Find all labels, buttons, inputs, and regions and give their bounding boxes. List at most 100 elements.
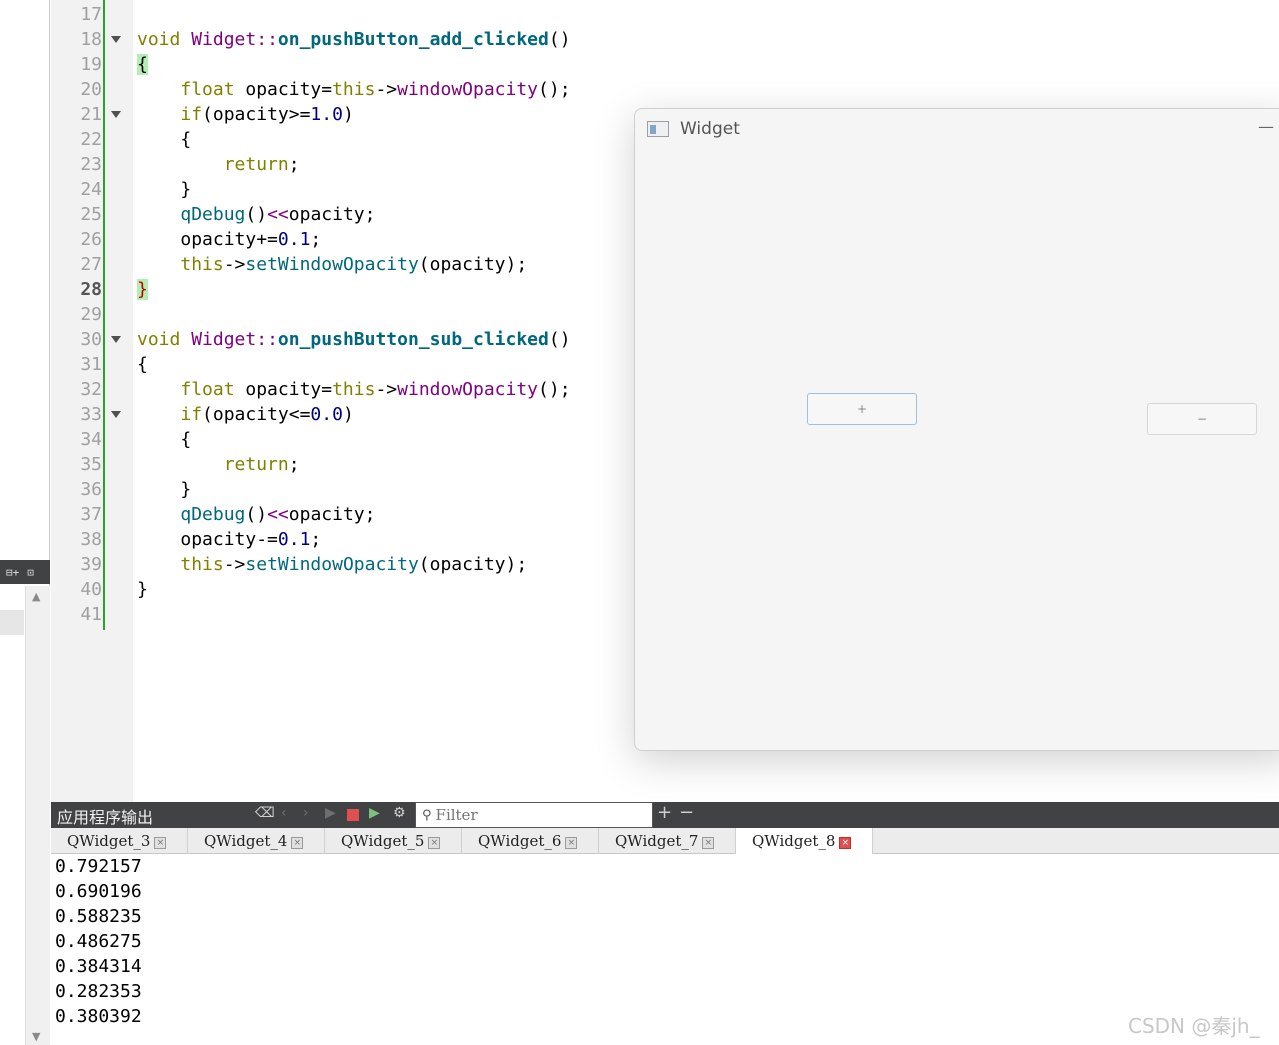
line-number: 27: [80, 254, 102, 275]
left-panel-selected-item[interactable]: [0, 610, 24, 635]
code-line: {: [137, 427, 191, 452]
output-line: 0.282353: [55, 981, 142, 1002]
fold-arrow-icon[interactable]: [111, 111, 121, 118]
stop-icon[interactable]: [347, 809, 359, 821]
collapse-icon[interactable]: ⊡: [27, 566, 34, 579]
code-text: (opacity>=: [202, 104, 311, 125]
fold-arrow-icon[interactable]: [111, 336, 121, 343]
code-line: this->setWindowOpacity(opacity);: [137, 252, 527, 277]
close-tab-icon[interactable]: ×: [291, 837, 304, 849]
line-number: 37: [80, 504, 102, 525]
code-line: opacity+=0.1;: [137, 227, 321, 252]
method-call: windowOpacity: [397, 379, 539, 400]
fold-arrow-icon[interactable]: [111, 411, 121, 418]
clear-output-icon[interactable]: ⌫: [255, 805, 275, 821]
next-item-icon[interactable]: ›: [303, 805, 309, 821]
rerun-icon[interactable]: ▶: [325, 805, 336, 821]
close-tab-icon[interactable]: ×: [839, 837, 852, 849]
keyword: float: [180, 79, 235, 100]
left-panel-toolbar: ⊟+ ⊡: [0, 560, 50, 584]
number-literal: 0.0: [310, 404, 343, 425]
gear-icon[interactable]: ⚙: [393, 805, 406, 821]
close-tab-icon[interactable]: ×: [428, 837, 441, 849]
code-text: (opacity);: [418, 554, 528, 575]
line-number: 35: [80, 454, 102, 475]
code-text: ;: [288, 154, 300, 175]
function-name: on_pushButton_sub_clicked: [277, 329, 549, 350]
method-call: setWindowOpacity: [245, 554, 419, 575]
code-text: (opacity);: [418, 254, 528, 275]
keyword: this: [332, 79, 376, 100]
filter-input[interactable]: [435, 806, 636, 824]
code-text: opacity=: [234, 79, 333, 100]
keyword: this: [180, 254, 224, 275]
split-icon[interactable]: ⊟+: [6, 566, 19, 579]
line-number: 40: [80, 579, 102, 600]
code-text: (opacity<=: [202, 404, 311, 425]
code-text: (): [245, 204, 268, 225]
filter-field[interactable]: ⚲: [415, 802, 653, 828]
output-line: 0.486275: [55, 931, 142, 952]
code-line: }: [137, 477, 191, 502]
code-line: return;: [137, 152, 300, 177]
window-titlebar[interactable]: Widget —: [635, 109, 1279, 151]
scroll-down-arrow-icon[interactable]: ▼: [32, 1030, 40, 1043]
minimize-button[interactable]: —: [1251, 117, 1279, 141]
tab-qwidget-5[interactable]: QWidget_5 ×: [325, 828, 462, 854]
line-number: 20: [80, 79, 102, 100]
line-number: 29: [80, 304, 102, 325]
close-tab-icon[interactable]: ×: [565, 837, 578, 849]
add-opacity-button[interactable]: +: [807, 393, 917, 425]
output-line: 0.588235: [55, 906, 142, 927]
function-call: qDebug: [180, 204, 246, 225]
code-text: ;: [288, 454, 300, 475]
code-text: {: [180, 129, 192, 150]
code-text: }: [137, 579, 148, 600]
window-title: Widget: [680, 119, 740, 139]
widget-window[interactable]: Widget — + −: [634, 108, 1279, 751]
tab-qwidget-3[interactable]: QWidget_3 ×: [51, 828, 188, 854]
method-call: setWindowOpacity: [245, 254, 419, 275]
code-text: ->: [375, 79, 398, 100]
line-number: 32: [80, 379, 102, 400]
previous-item-icon[interactable]: ‹: [281, 805, 287, 821]
scope-operator: ::: [256, 29, 278, 50]
code-text: opacity=: [234, 379, 333, 400]
line-number-gutter: 17 18 19 20 21 22 23 24 25 26 27 28 29 3…: [51, 0, 133, 802]
code-text: opacity-=: [180, 529, 278, 550]
line-number: 30: [80, 329, 102, 350]
tab-label: QWidget_8: [752, 832, 836, 850]
tab-label: QWidget_7: [615, 832, 699, 850]
app-window-icon: [647, 121, 669, 137]
zoom-in-button[interactable]: +: [657, 802, 672, 823]
tab-qwidget-6[interactable]: QWidget_6 ×: [462, 828, 599, 854]
keyword: if: [180, 104, 203, 125]
keyword: float: [180, 379, 235, 400]
fold-arrow-icon[interactable]: [111, 36, 121, 43]
sub-opacity-button[interactable]: −: [1147, 403, 1257, 435]
matching-brace: {: [137, 54, 148, 75]
code-line: qDebug()<<opacity;: [137, 202, 375, 227]
keyword: void: [137, 29, 181, 50]
line-number: 31: [80, 354, 102, 375]
code-line: void Widget::on_pushButton_sub_clicked(): [137, 327, 571, 352]
line-number: 36: [80, 479, 102, 500]
tab-qwidget-7[interactable]: QWidget_7 ×: [599, 828, 736, 854]
tab-qwidget-8[interactable]: QWidget_8 ×: [736, 828, 873, 854]
scroll-up-arrow-icon[interactable]: ▲: [32, 590, 40, 603]
output-line: 0.792157: [55, 856, 142, 877]
application-output[interactable]: 0.792157 0.690196 0.588235 0.486275 0.38…: [51, 854, 1279, 1045]
parens: (): [548, 329, 571, 350]
left-panel-scrollbar[interactable]: ▲ ▼: [25, 586, 50, 1045]
zoom-out-button[interactable]: −: [679, 802, 694, 823]
close-tab-icon[interactable]: ×: [154, 837, 167, 849]
code-text: opacity;: [288, 204, 376, 225]
attach-debugger-icon[interactable]: ▶: [369, 805, 380, 821]
keyword: void: [137, 329, 181, 350]
code-text: ;: [310, 229, 322, 250]
code-line: }: [137, 577, 148, 602]
line-number: 21: [80, 104, 102, 125]
close-tab-icon[interactable]: ×: [702, 837, 715, 849]
tab-qwidget-4[interactable]: QWidget_4 ×: [188, 828, 325, 854]
line-number: 18: [80, 29, 102, 50]
